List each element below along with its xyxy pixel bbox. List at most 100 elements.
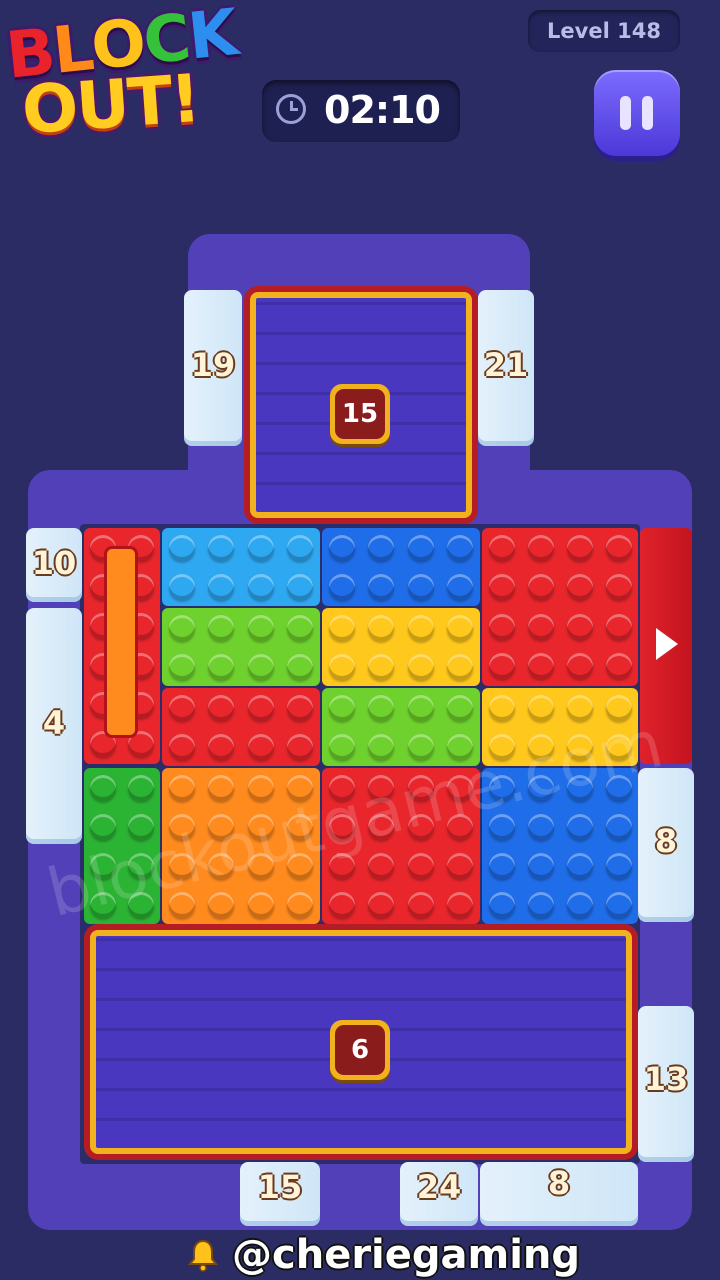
block-stud [328, 653, 355, 680]
bell-icon [187, 1239, 219, 1272]
block-stud [605, 613, 632, 640]
block-stud [328, 573, 355, 600]
gate-left-upper: 10 [26, 528, 82, 602]
gate-top-left: 19 [184, 290, 242, 446]
block-stud [368, 614, 395, 641]
block-stud [447, 891, 474, 918]
block-stud [247, 573, 274, 600]
gate-count: 19 [190, 346, 236, 384]
block-stud [208, 891, 235, 918]
block-stud [168, 774, 195, 801]
block-stud [527, 574, 554, 601]
gate-count: 8 [654, 822, 678, 860]
block-stud [566, 574, 593, 601]
top-tray-count-badge: 15 [330, 384, 390, 444]
block-stud [527, 813, 554, 840]
block-stud [605, 534, 632, 561]
clock-icon [276, 94, 306, 124]
gate-right-lower: 13 [638, 1006, 694, 1162]
exit-arrow-icon [656, 628, 678, 660]
block-stud [605, 653, 632, 680]
gate-count: 13 [643, 1060, 689, 1098]
block-stud [90, 813, 116, 840]
block-stud [328, 891, 355, 918]
block-stud [128, 774, 154, 801]
block-stud [407, 694, 434, 721]
block-red-large-top[interactable] [482, 528, 638, 686]
block-stud [488, 694, 515, 721]
block-stud [247, 614, 274, 641]
block-stud [287, 694, 314, 721]
block-stud [527, 852, 554, 879]
block-stud [488, 574, 515, 601]
block-stud [368, 733, 395, 760]
block-stud [287, 733, 314, 760]
block-stud [566, 694, 593, 721]
block-stud [247, 774, 274, 801]
block-stud [168, 573, 195, 600]
block-stud [566, 613, 593, 640]
block-stud [168, 653, 195, 680]
gate-count: 8 [547, 1164, 571, 1202]
pause-button[interactable] [594, 70, 680, 156]
block-red-mid[interactable] [162, 688, 320, 766]
block-stud [527, 613, 554, 640]
block-stud [368, 891, 395, 918]
block-stud [90, 774, 116, 801]
block-stud [168, 694, 195, 721]
block-stud [328, 733, 355, 760]
block-stud [208, 534, 235, 561]
pause-icon-bar [642, 96, 653, 130]
block-stud [407, 653, 434, 680]
block-stud [447, 694, 474, 721]
block-stud [605, 891, 632, 918]
block-lightblue[interactable] [162, 528, 320, 606]
block-stud [488, 653, 515, 680]
block-stud [566, 891, 593, 918]
block-stud [287, 573, 314, 600]
block-stud [208, 733, 235, 760]
timer: 02:10 [262, 80, 460, 142]
block-stud [328, 534, 355, 561]
block-stud [605, 852, 632, 879]
block-stud [605, 574, 632, 601]
timer-value: 02:10 [324, 88, 441, 132]
block-stud [566, 852, 593, 879]
block-stud [287, 614, 314, 641]
bottom-tray-count: 6 [335, 1025, 385, 1075]
block-stud [247, 534, 274, 561]
block-stud [407, 891, 434, 918]
block-stud [605, 813, 632, 840]
block-stud [368, 653, 395, 680]
block-stud [447, 573, 474, 600]
block-stud [328, 694, 355, 721]
block-stud [368, 573, 395, 600]
game-logo-line2: OUT! [19, 59, 202, 150]
block-stud [247, 653, 274, 680]
block-stud [328, 614, 355, 641]
gate-bottom-1: 15 [240, 1162, 320, 1226]
block-stud [407, 573, 434, 600]
gate-bottom-3: 8 [480, 1162, 638, 1226]
gate-left-lower: 4 [26, 608, 82, 844]
block-stud [527, 534, 554, 561]
block-stud [208, 614, 235, 641]
block-stud [368, 534, 395, 561]
block-stud [168, 733, 195, 760]
block-stud [168, 614, 195, 641]
block-stud [208, 573, 235, 600]
block-yellow-1[interactable] [322, 608, 480, 686]
bottom-tray-count-badge: 6 [330, 1020, 390, 1080]
gate-bottom-2: 24 [400, 1162, 478, 1226]
block-stud [527, 653, 554, 680]
block-stud [447, 614, 474, 641]
level-indicator: Level 148 [528, 10, 680, 52]
pause-icon [620, 96, 631, 130]
block-stud [247, 733, 274, 760]
block-blue-top[interactable] [322, 528, 480, 606]
gate-count: 24 [416, 1168, 462, 1206]
block-stud [488, 534, 515, 561]
block-stud [447, 534, 474, 561]
block-green-light-1[interactable] [162, 608, 320, 686]
creator-credit: @cheriegaming [232, 1232, 581, 1278]
